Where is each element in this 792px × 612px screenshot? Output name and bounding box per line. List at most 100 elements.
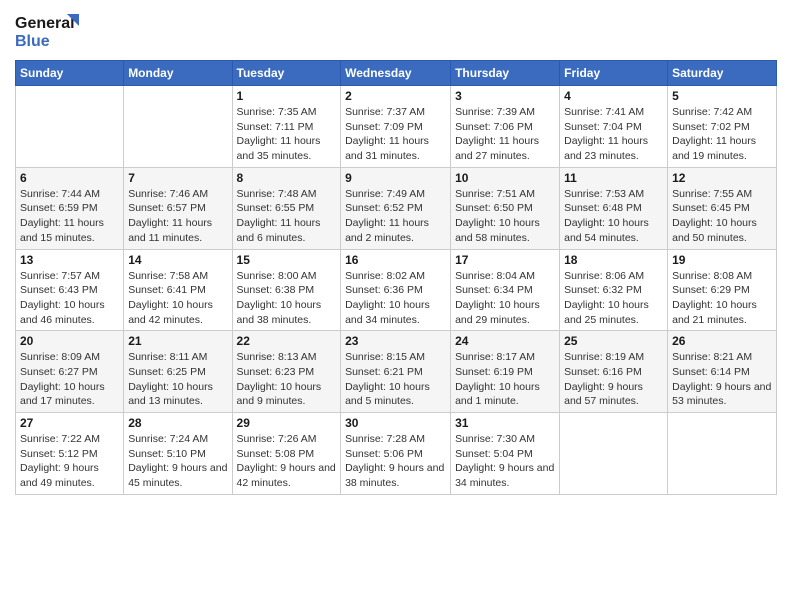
calendar-cell: 7 Sunrise: 7:46 AM Sunset: 6:57 PM Daylig… bbox=[124, 167, 232, 249]
day-number: 16 bbox=[345, 253, 446, 267]
calendar-cell: 25 Sunrise: 8:19 AM Sunset: 6:16 PM Dayli… bbox=[560, 331, 668, 413]
calendar-cell: 1Sunrise: 7:35 AM Sunset: 7:11 PM Daylig… bbox=[232, 86, 341, 168]
day-info: Sunrise: 7:58 AM Sunset: 6:41 PM Dayligh… bbox=[128, 269, 227, 328]
logo: GeneralBlue bbox=[15, 10, 85, 52]
day-info: Sunrise: 8:13 AM Sunset: 6:23 PM Dayligh… bbox=[237, 350, 337, 409]
calendar-week-row: 1Sunrise: 7:35 AM Sunset: 7:11 PM Daylig… bbox=[16, 86, 777, 168]
page: GeneralBlue SundayMondayTuesdayWednesday… bbox=[0, 0, 792, 612]
day-info: Sunrise: 7:53 AM Sunset: 6:48 PM Dayligh… bbox=[564, 187, 663, 246]
day-number: 9 bbox=[345, 171, 446, 185]
calendar-cell: 19Sunrise: 8:08 AM Sunset: 6:29 PM Dayli… bbox=[668, 249, 777, 331]
day-info: Sunrise: 7:24 AM Sunset: 5:10 PM Dayligh… bbox=[128, 432, 227, 491]
day-info: Sunrise: 7:30 AM Sunset: 5:04 PM Dayligh… bbox=[455, 432, 555, 491]
day-info: Sunrise: 8:21 AM Sunset: 6:14 PM Dayligh… bbox=[672, 350, 772, 409]
header: GeneralBlue bbox=[15, 10, 777, 52]
day-number: 1 bbox=[237, 89, 337, 103]
day-info: Sunrise: 7:28 AM Sunset: 5:06 PM Dayligh… bbox=[345, 432, 446, 491]
day-number: 10 bbox=[455, 171, 555, 185]
day-number: 13 bbox=[20, 253, 119, 267]
day-number: 11 bbox=[564, 171, 663, 185]
calendar-week-row: 20 Sunrise: 8:09 AM Sunset: 6:27 PM Dayli… bbox=[16, 331, 777, 413]
logo-svg: GeneralBlue bbox=[15, 10, 85, 52]
weekday-wednesday: Wednesday bbox=[341, 61, 451, 86]
day-info: Sunrise: 8:08 AM Sunset: 6:29 PM Dayligh… bbox=[672, 269, 772, 328]
calendar-cell: 14 Sunrise: 7:58 AM Sunset: 6:41 PM Dayli… bbox=[124, 249, 232, 331]
day-number: 28 bbox=[128, 416, 227, 430]
day-info: Sunrise: 8:00 AM Sunset: 6:38 PM Dayligh… bbox=[237, 269, 337, 328]
day-info: Sunrise: 7:55 AM Sunset: 6:45 PM Dayligh… bbox=[672, 187, 772, 246]
calendar-cell: 3 Sunrise: 7:39 AM Sunset: 7:06 PM Daylig… bbox=[451, 86, 560, 168]
day-info: Sunrise: 7:39 AM Sunset: 7:06 PM Dayligh… bbox=[455, 105, 555, 164]
calendar-week-row: 6 Sunrise: 7:44 AM Sunset: 6:59 PM Daylig… bbox=[16, 167, 777, 249]
day-number: 26 bbox=[672, 334, 772, 348]
day-number: 23 bbox=[345, 334, 446, 348]
day-number: 5 bbox=[672, 89, 772, 103]
day-number: 7 bbox=[128, 171, 227, 185]
day-info: Sunrise: 7:26 AM Sunset: 5:08 PM Dayligh… bbox=[237, 432, 337, 491]
calendar-cell bbox=[16, 86, 124, 168]
calendar-cell: 11 Sunrise: 7:53 AM Sunset: 6:48 PM Dayli… bbox=[560, 167, 668, 249]
day-info: Sunrise: 8:15 AM Sunset: 6:21 PM Dayligh… bbox=[345, 350, 446, 409]
day-info: Sunrise: 7:37 AM Sunset: 7:09 PM Dayligh… bbox=[345, 105, 446, 164]
calendar-cell: 12 Sunrise: 7:55 AM Sunset: 6:45 PM Dayli… bbox=[668, 167, 777, 249]
calendar-cell: 5Sunrise: 7:42 AM Sunset: 7:02 PM Daylig… bbox=[668, 86, 777, 168]
day-info: Sunrise: 8:02 AM Sunset: 6:36 PM Dayligh… bbox=[345, 269, 446, 328]
day-number: 3 bbox=[455, 89, 555, 103]
day-number: 12 bbox=[672, 171, 772, 185]
calendar-cell: 31 Sunrise: 7:30 AM Sunset: 5:04 PM Dayli… bbox=[451, 413, 560, 495]
day-info: Sunrise: 8:06 AM Sunset: 6:32 PM Dayligh… bbox=[564, 269, 663, 328]
day-info: Sunrise: 7:44 AM Sunset: 6:59 PM Dayligh… bbox=[20, 187, 119, 246]
calendar-cell: 27Sunrise: 7:22 AM Sunset: 5:12 PM Dayli… bbox=[16, 413, 124, 495]
day-info: Sunrise: 7:57 AM Sunset: 6:43 PM Dayligh… bbox=[20, 269, 119, 328]
calendar-cell: 18Sunrise: 8:06 AM Sunset: 6:32 PM Dayli… bbox=[560, 249, 668, 331]
day-number: 25 bbox=[564, 334, 663, 348]
calendar-cell: 6 Sunrise: 7:44 AM Sunset: 6:59 PM Daylig… bbox=[16, 167, 124, 249]
calendar-cell: 21Sunrise: 8:11 AM Sunset: 6:25 PM Dayli… bbox=[124, 331, 232, 413]
day-number: 29 bbox=[237, 416, 337, 430]
calendar-cell: 15Sunrise: 8:00 AM Sunset: 6:38 PM Dayli… bbox=[232, 249, 341, 331]
day-number: 31 bbox=[455, 416, 555, 430]
day-info: Sunrise: 8:09 AM Sunset: 6:27 PM Dayligh… bbox=[20, 350, 119, 409]
day-number: 6 bbox=[20, 171, 119, 185]
calendar-cell: 28 Sunrise: 7:24 AM Sunset: 5:10 PM Dayli… bbox=[124, 413, 232, 495]
day-info: Sunrise: 7:48 AM Sunset: 6:55 PM Dayligh… bbox=[237, 187, 337, 246]
calendar-cell: 4 Sunrise: 7:41 AM Sunset: 7:04 PM Daylig… bbox=[560, 86, 668, 168]
calendar-cell bbox=[560, 413, 668, 495]
calendar-week-row: 13 Sunrise: 7:57 AM Sunset: 6:43 PM Dayli… bbox=[16, 249, 777, 331]
day-info: Sunrise: 7:46 AM Sunset: 6:57 PM Dayligh… bbox=[128, 187, 227, 246]
calendar-cell: 30 Sunrise: 7:28 AM Sunset: 5:06 PM Dayli… bbox=[341, 413, 451, 495]
weekday-monday: Monday bbox=[124, 61, 232, 86]
calendar-cell: 17 Sunrise: 8:04 AM Sunset: 6:34 PM Dayli… bbox=[451, 249, 560, 331]
day-number: 14 bbox=[128, 253, 227, 267]
day-info: Sunrise: 7:22 AM Sunset: 5:12 PM Dayligh… bbox=[20, 432, 119, 491]
calendar-cell: 16 Sunrise: 8:02 AM Sunset: 6:36 PM Dayli… bbox=[341, 249, 451, 331]
svg-text:Blue: Blue bbox=[15, 33, 50, 50]
weekday-thursday: Thursday bbox=[451, 61, 560, 86]
svg-text:General: General bbox=[15, 15, 75, 32]
calendar-table: SundayMondayTuesdayWednesdayThursdayFrid… bbox=[15, 60, 777, 495]
calendar-cell bbox=[124, 86, 232, 168]
day-number: 21 bbox=[128, 334, 227, 348]
calendar-cell: 8Sunrise: 7:48 AM Sunset: 6:55 PM Daylig… bbox=[232, 167, 341, 249]
day-info: Sunrise: 7:51 AM Sunset: 6:50 PM Dayligh… bbox=[455, 187, 555, 246]
weekday-header-row: SundayMondayTuesdayWednesdayThursdayFrid… bbox=[16, 61, 777, 86]
day-number: 17 bbox=[455, 253, 555, 267]
calendar-cell bbox=[668, 413, 777, 495]
calendar-cell: 10 Sunrise: 7:51 AM Sunset: 6:50 PM Dayli… bbox=[451, 167, 560, 249]
calendar-cell: 24Sunrise: 8:17 AM Sunset: 6:19 PM Dayli… bbox=[451, 331, 560, 413]
calendar-cell: 2 Sunrise: 7:37 AM Sunset: 7:09 PM Daylig… bbox=[341, 86, 451, 168]
calendar-week-row: 27Sunrise: 7:22 AM Sunset: 5:12 PM Dayli… bbox=[16, 413, 777, 495]
day-number: 4 bbox=[564, 89, 663, 103]
calendar-cell: 22Sunrise: 8:13 AM Sunset: 6:23 PM Dayli… bbox=[232, 331, 341, 413]
calendar-cell: 23 Sunrise: 8:15 AM Sunset: 6:21 PM Dayli… bbox=[341, 331, 451, 413]
weekday-sunday: Sunday bbox=[16, 61, 124, 86]
calendar-cell: 29 Sunrise: 7:26 AM Sunset: 5:08 PM Dayli… bbox=[232, 413, 341, 495]
day-number: 2 bbox=[345, 89, 446, 103]
day-info: Sunrise: 8:19 AM Sunset: 6:16 PM Dayligh… bbox=[564, 350, 663, 409]
day-info: Sunrise: 8:17 AM Sunset: 6:19 PM Dayligh… bbox=[455, 350, 555, 409]
day-number: 20 bbox=[20, 334, 119, 348]
weekday-saturday: Saturday bbox=[668, 61, 777, 86]
day-info: Sunrise: 7:41 AM Sunset: 7:04 PM Dayligh… bbox=[564, 105, 663, 164]
day-info: Sunrise: 8:04 AM Sunset: 6:34 PM Dayligh… bbox=[455, 269, 555, 328]
day-number: 30 bbox=[345, 416, 446, 430]
